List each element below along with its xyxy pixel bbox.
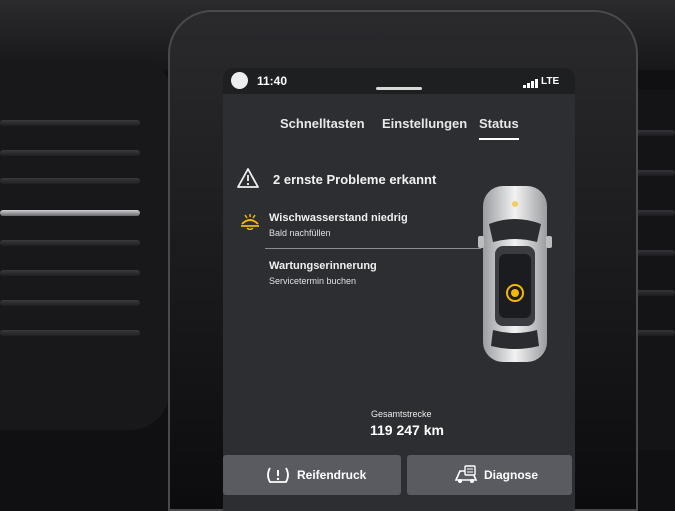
vent-slat (0, 300, 140, 306)
washer-location-indicator-icon (506, 284, 524, 302)
vent-slat (0, 240, 140, 246)
profile-avatar[interactable] (231, 72, 248, 89)
signal-strength-icon (523, 78, 539, 88)
vent-slat (635, 170, 675, 176)
car-top-view-image (478, 186, 552, 362)
vent-slat (635, 250, 675, 256)
tab-status[interactable]: Status (479, 116, 519, 140)
diagnostics-icon (454, 465, 478, 483)
issue-divider (265, 248, 481, 249)
washer-fluid-icon (241, 214, 259, 230)
tire-pressure-button[interactable]: Reifendruck (223, 455, 401, 495)
tab-bar: Schnelltasten Einstellungen Status (223, 116, 575, 146)
diagnostics-label: Diagnose (484, 468, 539, 482)
infotainment-screen: 11:40 LTE Schnelltasten Einstellungen St… (223, 68, 575, 511)
left-air-vent (0, 60, 170, 430)
odometer-value: 119 247 km (370, 422, 444, 438)
issue-subtitle: Bald nachfüllen (269, 228, 331, 238)
top-view-handle[interactable] (376, 87, 422, 90)
problem-summary-text: 2 ernste Probleme erkannt (273, 172, 437, 187)
issue-title: Wischwasserstand niedrig (269, 212, 408, 224)
vent-slat (635, 330, 675, 336)
issue-title: Wartungserinnerung (269, 260, 377, 272)
issue-subtitle: Servicetermin buchen (269, 276, 357, 286)
network-type: LTE (541, 76, 560, 87)
issue-service-reminder[interactable]: Wartungserinnerung Servicetermin buchen (239, 260, 479, 292)
tab-schnelltasten[interactable]: Schnelltasten (280, 116, 365, 131)
warning-triangle-icon (237, 168, 259, 188)
status-bar: 11:40 LTE (223, 68, 575, 94)
odometer-label: Gesamtstrecke (371, 409, 432, 419)
tab-einstellungen[interactable]: Einstellungen (382, 116, 467, 131)
vent-slat (0, 330, 140, 336)
vent-slat (0, 120, 140, 126)
tire-pressure-label: Reifendruck (297, 468, 367, 482)
vent-slat (635, 290, 675, 296)
tire-pressure-icon (267, 467, 289, 483)
vent-slat (0, 210, 140, 216)
vent-slat (635, 130, 675, 136)
vent-slat (0, 178, 140, 184)
vent-slat (0, 270, 140, 276)
vent-slat (635, 210, 675, 216)
issue-washer-fluid[interactable]: Wischwasserstand niedrig Bald nachfüllen (239, 212, 479, 244)
diagnostics-button[interactable]: Diagnose (407, 455, 572, 495)
clock: 11:40 (257, 74, 288, 88)
vent-slat (0, 150, 140, 156)
